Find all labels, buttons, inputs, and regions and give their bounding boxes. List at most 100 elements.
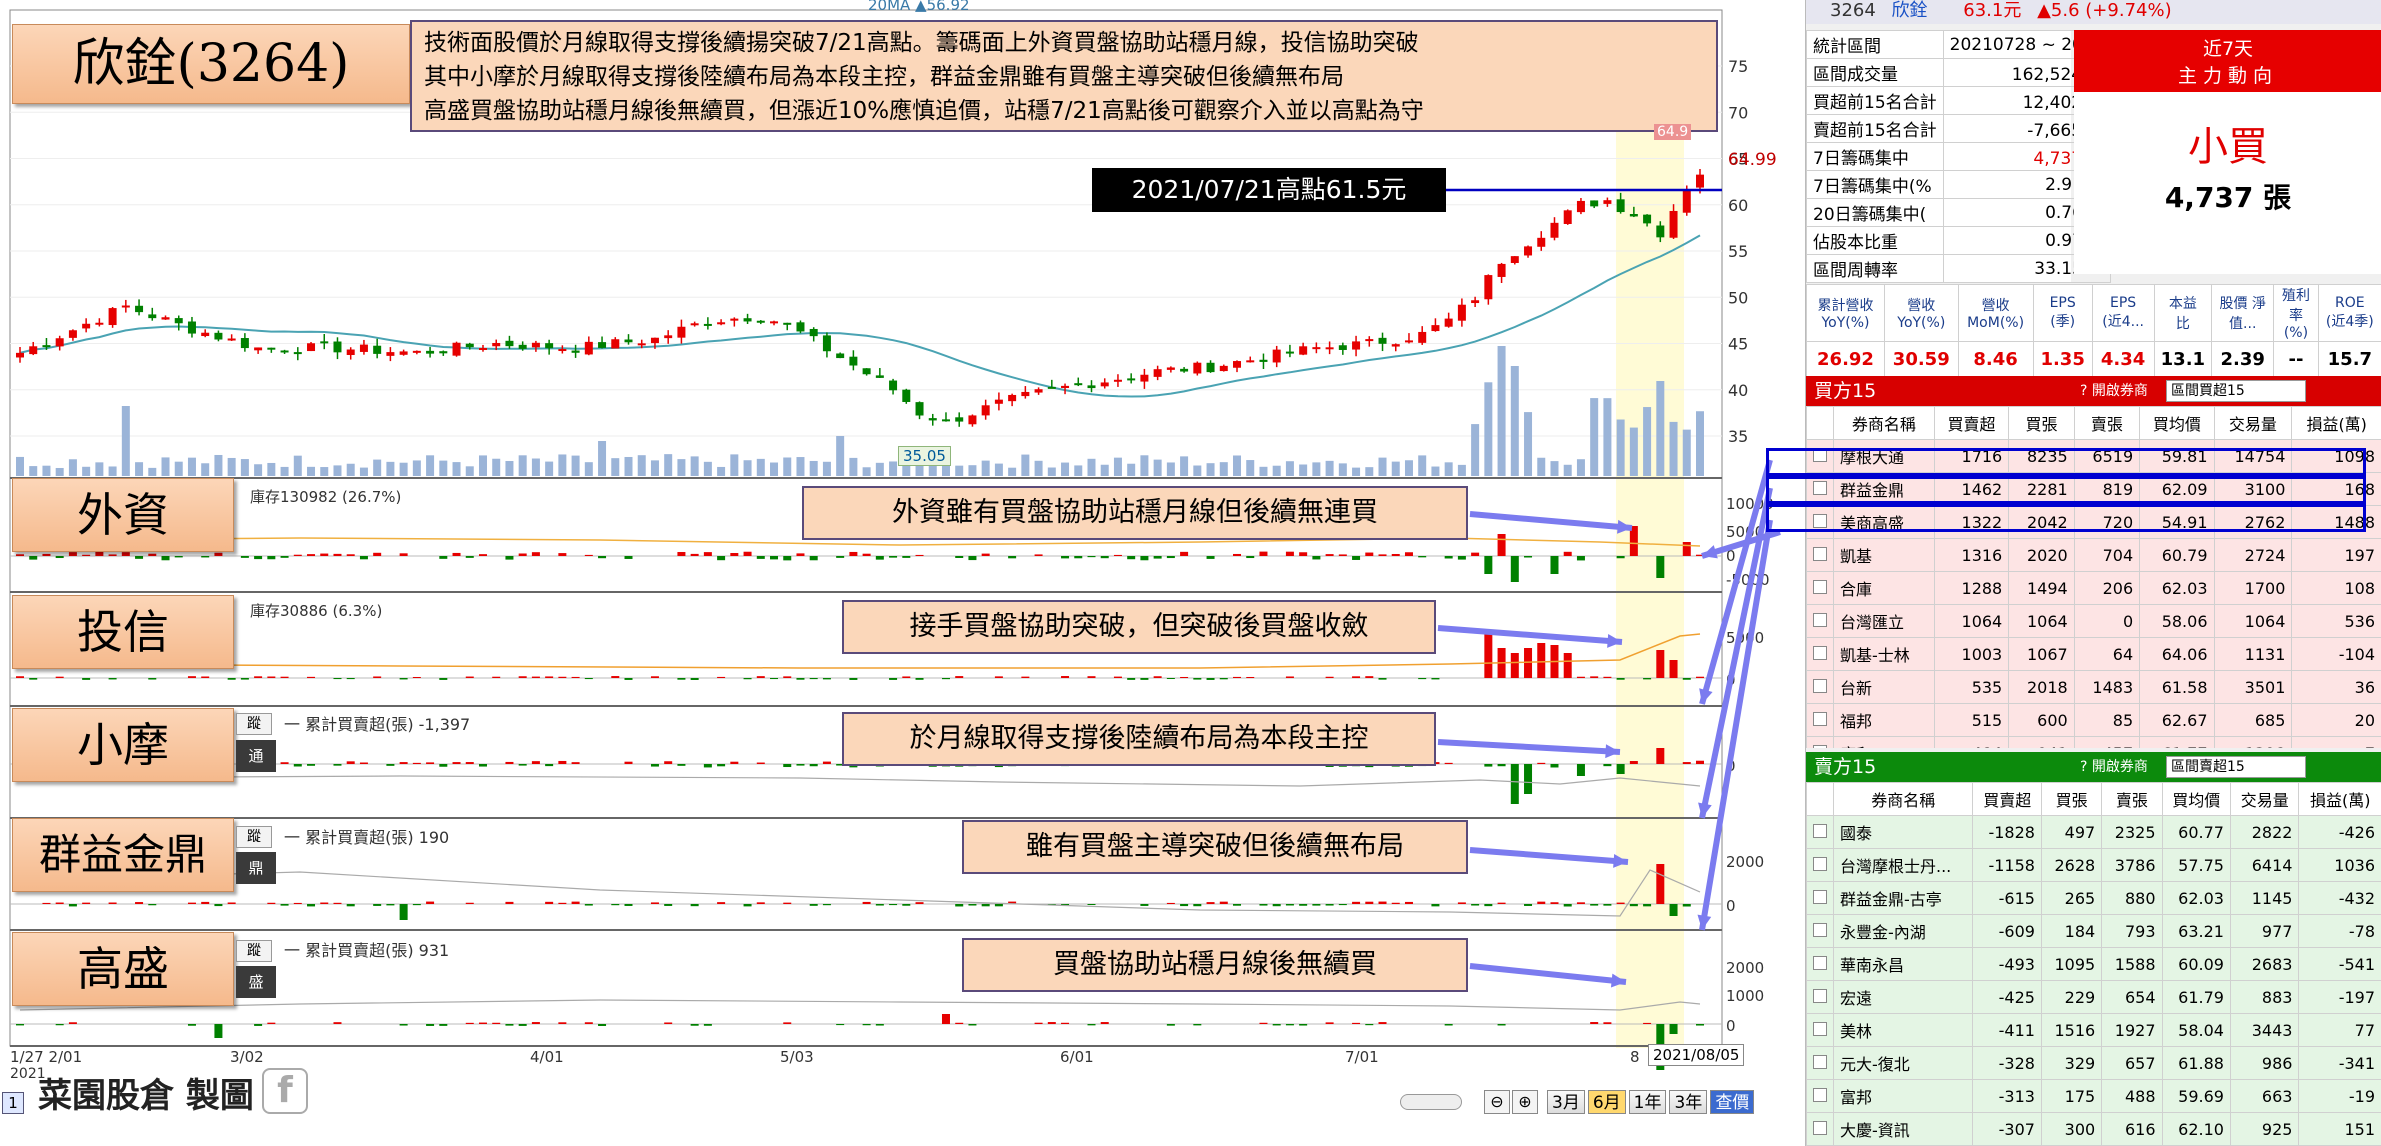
flow-bar bbox=[1616, 902, 1625, 904]
table-row[interactable]: 華南永昌 -493 1095 1588 60.09 2683 -541 bbox=[1806, 947, 2381, 981]
flow-bar bbox=[55, 556, 64, 559]
buy-select[interactable]: 區間買超15 bbox=[2166, 380, 2306, 402]
checkbox[interactable] bbox=[1813, 955, 1827, 970]
row-checkbox[interactable] bbox=[1806, 1112, 1834, 1146]
broker-cell: 凱基 bbox=[1833, 538, 1935, 572]
row-checkbox[interactable] bbox=[1806, 980, 1834, 1014]
checkbox[interactable] bbox=[1813, 1021, 1827, 1036]
checkbox[interactable] bbox=[1813, 645, 1827, 660]
row-checkbox[interactable] bbox=[1806, 736, 1834, 748]
sell-select[interactable]: 區間賣超15 bbox=[2166, 756, 2306, 778]
broker-cell: 1700 bbox=[2213, 571, 2293, 605]
table-row[interactable]: 美林 -411 1516 1927 58.04 3443 77 bbox=[1806, 1013, 2381, 1047]
row-checkbox[interactable] bbox=[1806, 439, 1834, 473]
follow-button[interactable]: 蹤 bbox=[236, 713, 272, 735]
checkbox[interactable] bbox=[1813, 447, 1827, 462]
checkbox[interactable] bbox=[1813, 988, 1827, 1003]
table-row[interactable]: 宏遠 -425 229 654 61.79 883 -197 bbox=[1806, 980, 2381, 1014]
checkbox[interactable] bbox=[1813, 1120, 1827, 1135]
checkbox[interactable] bbox=[1813, 711, 1827, 726]
broker-cell: 3100 bbox=[2213, 472, 2293, 506]
broker-column-header: 交易量 bbox=[2229, 782, 2300, 816]
flow-bar bbox=[16, 1024, 24, 1026]
checkbox[interactable] bbox=[1813, 513, 1827, 528]
candle-body bbox=[55, 338, 64, 347]
row-checkbox[interactable] bbox=[1806, 1046, 1834, 1080]
page-number[interactable]: 1 bbox=[2, 1092, 24, 1114]
checkbox[interactable] bbox=[1813, 922, 1827, 937]
follow-button[interactable]: 蹤 bbox=[236, 940, 272, 962]
table-row[interactable]: 永豐金-內湖 -609 184 793 63.21 977 -78 bbox=[1806, 914, 2381, 948]
table-row[interactable]: 國泰 -1828 497 2325 60.77 2822 -426 bbox=[1806, 815, 2381, 849]
checkbox[interactable] bbox=[1813, 678, 1827, 693]
range-6m-button[interactable]: 6月 bbox=[1587, 1090, 1626, 1114]
flow-bar bbox=[1325, 1022, 1334, 1024]
sell-broker-link[interactable]: ? 開啟券商 bbox=[2080, 752, 2148, 782]
row-checkbox[interactable] bbox=[1806, 848, 1834, 882]
broker-cell: 1494 bbox=[2008, 571, 2075, 605]
checkbox[interactable] bbox=[1813, 856, 1827, 871]
flow-bar bbox=[346, 761, 355, 764]
follow-button[interactable]: 蹤 bbox=[236, 826, 272, 848]
scroll-bar[interactable] bbox=[1400, 1094, 1462, 1110]
zoom-out-icon[interactable]: ⊖ bbox=[1484, 1090, 1510, 1114]
checkbox[interactable] bbox=[1813, 823, 1827, 838]
row-checkbox[interactable] bbox=[1806, 1013, 1834, 1047]
row-checkbox[interactable] bbox=[1806, 1079, 1834, 1113]
range-3y-button[interactable]: 3年 bbox=[1669, 1090, 1708, 1114]
row-checkbox[interactable] bbox=[1806, 670, 1834, 704]
query-price-button[interactable]: 查價 bbox=[1710, 1090, 1755, 1114]
table-row[interactable]: 元大-復北 -328 329 657 61.88 986 -341 bbox=[1806, 1046, 2381, 1080]
table-row[interactable]: 凱基-士林 1003 1067 64 64.06 1131 -104 bbox=[1806, 637, 2381, 671]
checkbox[interactable] bbox=[1813, 612, 1827, 627]
row-checkbox[interactable] bbox=[1806, 881, 1834, 915]
flow-bar bbox=[955, 904, 964, 907]
table-row[interactable]: 大慶-資訊 -307 300 616 62.10 925 151 bbox=[1806, 1112, 2381, 1146]
flow-bar bbox=[1312, 904, 1321, 906]
row-checkbox[interactable] bbox=[1806, 472, 1834, 506]
checkbox[interactable] bbox=[1813, 1087, 1827, 1102]
buy-broker-link[interactable]: ? 開啟券商 bbox=[2080, 376, 2148, 406]
row-checkbox[interactable] bbox=[1806, 914, 1834, 948]
candle-body bbox=[1153, 369, 1162, 377]
flow-bar bbox=[822, 904, 831, 906]
checkbox[interactable] bbox=[1813, 579, 1827, 594]
range-3m-button[interactable]: 3月 bbox=[1547, 1090, 1585, 1114]
checkbox[interactable] bbox=[1813, 480, 1827, 495]
table-row[interactable]: 台灣匯立 1064 1064 0 58.06 1064 536 bbox=[1806, 604, 2381, 638]
candle-body bbox=[994, 399, 1003, 404]
table-row[interactable]: 合庫 1288 1494 206 62.03 1700 108 bbox=[1806, 571, 2381, 605]
checkbox[interactable] bbox=[1813, 744, 1827, 748]
flow-bar bbox=[148, 678, 157, 680]
row-checkbox[interactable] bbox=[1806, 947, 1834, 981]
range-1y-button[interactable]: 1年 bbox=[1628, 1090, 1667, 1114]
row-checkbox[interactable] bbox=[1806, 703, 1834, 737]
checkbox[interactable] bbox=[1813, 889, 1827, 904]
row-checkbox[interactable] bbox=[1806, 538, 1834, 572]
table-row[interactable]: 群益金鼎 1462 2281 819 62.09 3100 168 bbox=[1806, 472, 2381, 506]
fundamentals-header: EPS (季) bbox=[2032, 284, 2093, 342]
table-row[interactable]: 康和48494145761.771398-7 bbox=[1806, 736, 2381, 748]
table-row[interactable]: 台新 535 2018 1483 61.58 3501 36 bbox=[1806, 670, 2381, 704]
broker-cell: 484 bbox=[1933, 736, 2010, 748]
table-row[interactable]: 群益金鼎-古亭 -615 265 880 62.03 1145 -432 bbox=[1806, 881, 2381, 915]
table-row[interactable]: 摩根大通 1716 8235 6519 59.81 14754 1098 bbox=[1806, 439, 2381, 473]
table-row[interactable]: 福邦 515 600 85 62.67 685 20 bbox=[1806, 703, 2381, 737]
checkbox[interactable] bbox=[1813, 1054, 1827, 1069]
table-row[interactable]: 凱基 1316 2020 704 60.79 2724 197 bbox=[1806, 538, 2381, 572]
zoom-in-icon[interactable]: ⊕ bbox=[1512, 1090, 1538, 1114]
candle-body bbox=[1113, 379, 1122, 382]
flow-bar bbox=[465, 556, 474, 558]
checkbox[interactable] bbox=[1813, 546, 1827, 561]
flow-bar bbox=[399, 678, 408, 680]
row-checkbox[interactable] bbox=[1806, 604, 1834, 638]
row-checkbox[interactable] bbox=[1806, 505, 1834, 539]
row-checkbox[interactable] bbox=[1806, 815, 1834, 849]
table-row[interactable]: 富邦 -313 175 488 59.69 663 -19 bbox=[1806, 1079, 2381, 1113]
flow-bar bbox=[1418, 678, 1427, 680]
row-checkbox[interactable] bbox=[1806, 637, 1834, 671]
flow-bar bbox=[373, 904, 382, 906]
table-row[interactable]: 美商高盛 1322 2042 720 54.91 2762 1488 bbox=[1806, 505, 2381, 539]
table-row[interactable]: 台灣摩根士丹... -1158 2628 3786 57.75 6414 1036 bbox=[1806, 848, 2381, 882]
row-checkbox[interactable] bbox=[1806, 571, 1834, 605]
